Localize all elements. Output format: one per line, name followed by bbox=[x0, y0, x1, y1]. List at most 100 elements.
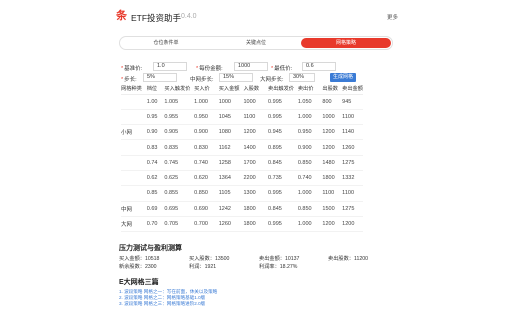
cell-sell-shares: 1500 bbox=[322, 201, 343, 217]
table-row: 0.62 0.625 0.620 1364 2200 0.735 0.740 1800 1332 bbox=[121, 170, 363, 187]
table-row: 1.00 1.005 1.000 1000 1000 0.995 1.050 800 945 bbox=[121, 94, 363, 110]
cell-sell-trigger: 0.945 bbox=[268, 124, 298, 141]
cell-sell-shares: 1000 bbox=[322, 109, 343, 126]
cell-level: 0.69 bbox=[146, 201, 165, 217]
cell-buy-amount: 1045 bbox=[218, 109, 244, 126]
big-step-label: 大网步长: bbox=[260, 77, 284, 83]
cell-level: 0.85 bbox=[146, 185, 165, 202]
cell-sell-price: 0.950 bbox=[297, 124, 323, 141]
tab-key-levels[interactable]: 关键点位 bbox=[211, 38, 301, 48]
buy-amount-stat: 买入金额：10518 bbox=[119, 256, 160, 262]
grid-header-row: 网格种类 档位 买入触发价 买入价 买入金额 入股数 卖出触发价 卖出价 出股数 卖出金额 bbox=[121, 84, 363, 95]
table-row: 0.83 0.835 0.830 1162 1400 0.895 0.900 1200 1260 bbox=[121, 139, 363, 156]
cell-sell-shares: 1200 bbox=[322, 124, 343, 141]
mid-step-input[interactable]: 15% bbox=[219, 73, 253, 82]
cell-buy-trigger: 0.905 bbox=[164, 124, 195, 141]
mid-step-label: 中网步长: bbox=[190, 77, 214, 83]
cell-sell-price: 0.740 bbox=[297, 170, 323, 187]
cell-buy-trigger: 0.705 bbox=[164, 216, 195, 233]
per-amount-label: *每份金额: bbox=[196, 66, 223, 72]
cell-buy-shares: 1100 bbox=[243, 109, 269, 126]
cell-buy-trigger: 0.855 bbox=[164, 185, 195, 202]
column-header-sell-shares: 出股数 bbox=[322, 84, 343, 95]
cell-sell-amount: 1100 bbox=[342, 185, 363, 202]
column-header-buy-shares: 入股数 bbox=[243, 84, 269, 95]
per-amount-input[interactable]: 1000 bbox=[234, 62, 268, 71]
cell-buy-trigger: 1.005 bbox=[164, 94, 195, 110]
cell-buy-price: 0.830 bbox=[194, 139, 219, 156]
app-title: ETF投资助手 bbox=[131, 13, 182, 23]
lowest-price-input[interactable]: 0.6 bbox=[302, 62, 336, 71]
cell-buy-amount: 1258 bbox=[218, 155, 244, 171]
articles-section: E大网格三篇 1. 波段策略 网格之一：写在前面，休关以及策略 2. 波段策略 … bbox=[119, 277, 399, 307]
cell-sell-trigger: 0.995 bbox=[268, 109, 298, 126]
cell-buy-price: 0.620 bbox=[194, 170, 219, 187]
cell-sell-amount: 1275 bbox=[342, 155, 363, 171]
cell-grid-type bbox=[121, 170, 147, 187]
cell-sell-amount: 1260 bbox=[342, 139, 363, 156]
cell-sell-shares: 1100 bbox=[322, 185, 343, 202]
cell-level: 0.70 bbox=[146, 216, 165, 233]
cell-sell-trigger: 0.995 bbox=[268, 216, 298, 233]
column-header-sell-trigger: 卖出触发价 bbox=[268, 84, 298, 95]
article-link[interactable]: 3. 波段策略 网格之三：网格策略进阶2.0版 bbox=[119, 301, 399, 307]
sell-shares-stat: 卖出股数：11200 bbox=[328, 256, 368, 262]
tab-position-order[interactable]: 仓位条件单 bbox=[121, 38, 211, 48]
app-logo: 条 bbox=[116, 9, 127, 22]
column-header-sell-amount: 卖出金额 bbox=[342, 84, 363, 95]
column-header-buy-price: 买入价 bbox=[194, 84, 219, 95]
column-header-grid-type: 网格种类 bbox=[121, 84, 147, 95]
cell-buy-trigger: 0.835 bbox=[164, 139, 195, 156]
table-row: 小网 0.90 0.905 0.900 1080 1200 0.945 0.950 1200 11… bbox=[121, 124, 363, 141]
big-step-input[interactable]: 30% bbox=[289, 73, 315, 82]
cell-level: 0.83 bbox=[146, 139, 165, 156]
cell-sell-trigger: 0.845 bbox=[268, 201, 298, 217]
cell-buy-shares: 1200 bbox=[243, 124, 269, 141]
base-price-input[interactable]: 1.0 bbox=[153, 62, 187, 71]
table-row: 大网 0.70 0.705 0.700 1260 1800 0.995 1.000 1200 12… bbox=[121, 216, 363, 233]
base-price-label: *基准价: bbox=[121, 66, 143, 72]
cell-level: 0.90 bbox=[146, 124, 165, 141]
cell-sell-shares: 1200 bbox=[322, 139, 343, 156]
step-input[interactable]: 5% bbox=[143, 73, 177, 82]
cell-sell-trigger: 0.845 bbox=[268, 155, 298, 171]
table-row: 0.95 0.955 0.950 1045 1100 0.995 1.000 1000 1100 bbox=[121, 109, 363, 126]
cell-sell-shares: 800 bbox=[322, 94, 343, 110]
app-version: 0.4.0 bbox=[181, 13, 197, 20]
column-header-buy-trigger: 买入触发价 bbox=[164, 84, 195, 95]
cell-buy-price: 1.000 bbox=[194, 94, 219, 110]
cell-sell-amount: 945 bbox=[342, 94, 363, 110]
cell-sell-trigger: 0.995 bbox=[268, 185, 298, 202]
grid-table: 网格种类 档位 买入触发价 买入价 买入金额 入股数 卖出触发价 卖出价 出股数 卖出金额 1.0… bbox=[121, 84, 363, 233]
cell-sell-shares: 1480 bbox=[322, 155, 343, 171]
profit-rate-stat: 利润率：18.27% bbox=[259, 264, 298, 270]
cell-sell-trigger: 0.995 bbox=[268, 94, 298, 110]
cell-buy-shares: 1800 bbox=[243, 201, 269, 217]
tab-grid-strategy[interactable]: 网格策略 bbox=[301, 38, 391, 48]
more-link[interactable]: 更多 bbox=[387, 13, 398, 21]
step-label: *步长: bbox=[121, 77, 137, 83]
cell-grid-type bbox=[121, 185, 147, 202]
cell-buy-shares: 1700 bbox=[243, 155, 269, 171]
table-row: 中网 0.69 0.695 0.690 1242 1800 0.845 0.850 1500 12… bbox=[121, 201, 363, 217]
cell-grid-type bbox=[121, 94, 147, 110]
generate-grid-button[interactable]: 生成网格 bbox=[330, 73, 357, 82]
cell-sell-price: 1.000 bbox=[297, 216, 323, 233]
cell-buy-trigger: 0.695 bbox=[164, 201, 195, 217]
sell-amount-stat: 卖出金额：10137 bbox=[259, 256, 300, 262]
profit-stat: 利润：1921 bbox=[189, 264, 217, 270]
cell-sell-price: 0.850 bbox=[297, 155, 323, 171]
cell-buy-amount: 1364 bbox=[218, 170, 244, 187]
cell-buy-trigger: 0.625 bbox=[164, 170, 195, 187]
cell-grid-type bbox=[121, 155, 147, 171]
cell-buy-price: 0.690 bbox=[194, 201, 219, 217]
cell-sell-amount: 1140 bbox=[342, 124, 363, 141]
cell-grid-type bbox=[121, 109, 147, 126]
cell-buy-price: 0.740 bbox=[194, 155, 219, 171]
cell-grid-type: 大网 bbox=[121, 216, 147, 233]
cell-sell-trigger: 0.735 bbox=[268, 170, 298, 187]
cell-buy-shares: 1300 bbox=[243, 185, 269, 202]
cell-buy-shares: 1800 bbox=[243, 216, 269, 233]
cell-buy-amount: 1000 bbox=[218, 94, 244, 110]
articles-title: E大网格三篇 bbox=[119, 279, 159, 286]
